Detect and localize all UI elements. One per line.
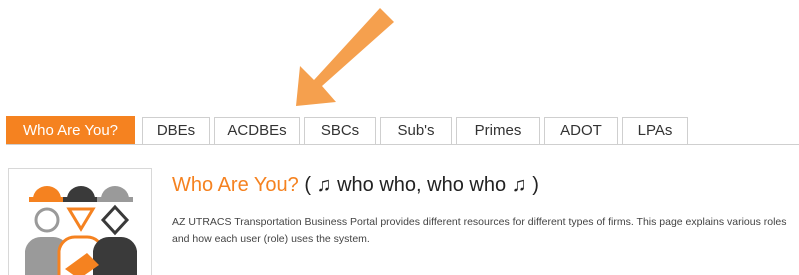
tab-acdbes[interactable]: ACDBEs (214, 117, 300, 144)
tab-lpas[interactable]: LPAs (622, 117, 688, 144)
roles-illustration (8, 168, 152, 275)
page-description: AZ UTRACS Transportation Business Portal… (172, 216, 787, 245)
tab-sbcs[interactable]: SBCs (304, 117, 376, 144)
title-suffix: ( ♫ who who, who who ♫ ) (304, 174, 539, 196)
construction-workers-icon (25, 186, 137, 275)
arrow-pointer-icon (296, 8, 394, 106)
title-text: Who Are You? (172, 174, 299, 196)
tab-primes[interactable]: Primes (456, 117, 540, 144)
tab-adot[interactable]: ADOT (544, 117, 618, 144)
page: Who Are You? DBEs ACDBEs SBCs Sub's Prim… (0, 0, 799, 275)
role-tab-bar: Who Are You? DBEs ACDBEs SBCs Sub's Prim… (6, 114, 799, 145)
tab-who-are-you[interactable]: Who Are You? (6, 116, 135, 144)
tab-dbes[interactable]: DBEs (142, 117, 210, 144)
page-title: Who Are You? ( ♫ who who, who who ♫ ) (172, 174, 539, 197)
tab-subs[interactable]: Sub's (380, 117, 452, 144)
